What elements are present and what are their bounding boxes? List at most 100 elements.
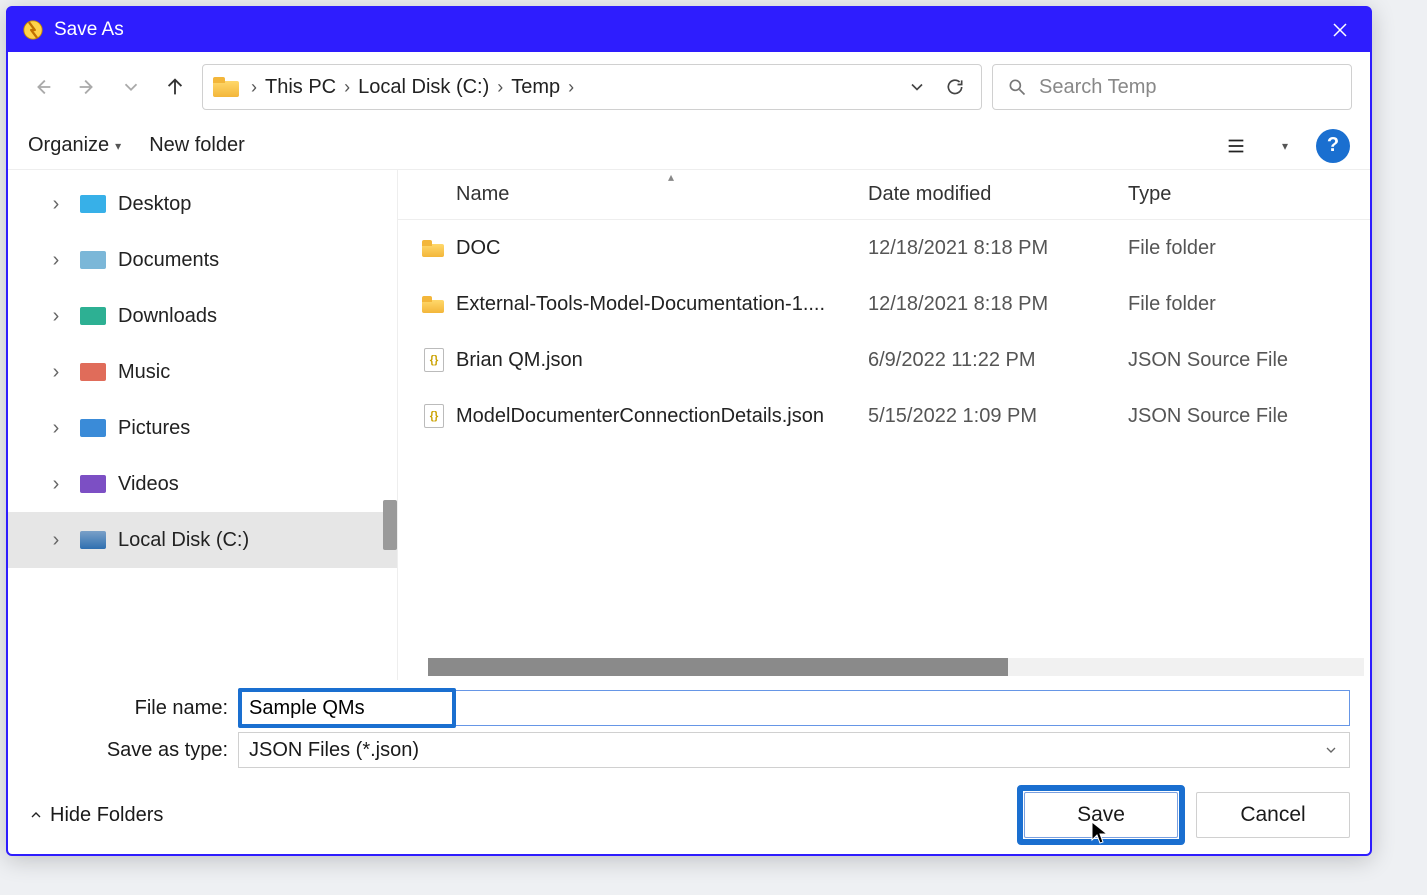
titlebar: Save As [8,8,1370,52]
nav-recent-button[interactable] [114,70,148,104]
caret-down-icon: ▾ [115,139,121,153]
folder-icon [422,240,444,257]
help-button[interactable]: ? [1316,129,1350,163]
filetype-label: Save as type: [28,739,238,762]
file-date: 6/9/2022 11:22 PM [868,349,1128,372]
caret-down-icon: ▾ [1282,139,1288,153]
new-folder-button[interactable]: New folder [149,134,245,157]
videos-icon [80,475,106,493]
navpane-scrollbar-thumb[interactable] [383,500,397,550]
navpane-item-label: Local Disk (C:) [118,529,249,552]
filename-input[interactable] [238,690,1350,726]
breadcrumb: This PC › Local Disk (C:) › Temp › [265,76,895,99]
horizontal-scrollbar[interactable] [428,658,1364,676]
navpane-item-desktop[interactable]: › Desktop [8,176,397,232]
help-icon: ? [1327,134,1339,157]
navpane-item-label: Documents [118,249,219,272]
file-row[interactable]: External-Tools-Model-Documentation-1....… [398,276,1370,332]
window-title: Save As [54,19,1318,41]
nav-forward-button[interactable] [70,70,104,104]
address-row: › This PC › Local Disk (C:) › Temp › Sea… [8,52,1370,122]
pictures-icon [80,419,106,437]
chevron-down-icon [120,76,142,98]
navpane-item-videos[interactable]: › Videos [8,456,397,512]
arrow-up-icon [164,76,186,98]
navpane-item-downloads[interactable]: › Downloads [8,288,397,344]
chevron-right-icon: › [48,308,64,324]
navpane-item-label: Downloads [118,305,217,328]
column-header-name[interactable]: Name [398,183,868,206]
navpane-item-label: Desktop [118,193,191,216]
filetype-value: JSON Files (*.json) [249,739,419,762]
chevron-right-icon: › [48,364,64,380]
nav-back-button[interactable] [26,70,60,104]
column-header-date[interactable]: Date modified [868,183,1128,206]
navpane-item-documents[interactable]: › Documents [8,232,397,288]
column-headers: Name Date modified Type [398,170,1370,220]
breadcrumb-sep: › [566,77,576,98]
breadcrumb-sep: › [342,77,352,98]
file-name: ModelDocumenterConnectionDetails.json [456,405,868,428]
file-type: JSON Source File [1128,349,1370,372]
file-row[interactable]: DOC 12/18/2021 8:18 PM File folder [398,220,1370,276]
horizontal-scrollbar-thumb[interactable] [428,658,1008,676]
file-row[interactable]: {} Brian QM.json 6/9/2022 11:22 PM JSON … [398,332,1370,388]
breadcrumb-item[interactable]: Temp [511,76,560,99]
address-dropdown-button[interactable] [901,71,933,103]
file-name: DOC [456,237,868,260]
hide-folders-button[interactable]: Hide Folders [28,804,163,827]
navpane-item-label: Music [118,361,170,384]
app-icon [22,19,44,41]
documents-icon [80,251,106,269]
breadcrumb-item[interactable]: Local Disk (C:) [358,76,489,99]
file-type: JSON Source File [1128,405,1370,428]
file-date: 12/18/2021 8:18 PM [868,293,1128,316]
toolbar: Organize ▾ New folder ▾ ? [8,122,1370,170]
downloads-icon [80,307,106,325]
file-date: 5/15/2022 1:09 PM [868,405,1128,428]
list-view-icon [1225,135,1247,157]
breadcrumb-sep: › [249,77,259,98]
chevron-right-icon: › [48,252,64,268]
search-input[interactable]: Search Temp [992,64,1352,110]
chevron-right-icon: › [48,532,64,548]
folder-icon [422,296,444,313]
save-fields: File name: Save as type: JSON Files (*.j… [8,680,1370,776]
navpane-item-pictures[interactable]: › Pictures [8,400,397,456]
json-file-icon: {} [424,348,444,372]
chevron-right-icon: › [48,196,64,212]
search-placeholder: Search Temp [1039,76,1156,99]
sort-indicator-icon: ▴ [668,170,674,184]
chevron-down-icon [907,77,927,97]
arrow-right-icon [76,76,98,98]
navpane-item-label: Videos [118,473,179,496]
folder-icon [213,77,239,97]
refresh-icon [945,77,965,97]
chevron-down-icon [1323,742,1339,758]
close-button[interactable] [1318,8,1362,52]
chevron-right-icon: › [48,420,64,436]
file-name: External-Tools-Model-Documentation-1.... [456,293,868,316]
navpane-item-music[interactable]: › Music [8,344,397,400]
nav-up-button[interactable] [158,70,192,104]
cancel-button[interactable]: Cancel [1196,792,1350,838]
filetype-select[interactable]: JSON Files (*.json) [238,732,1350,768]
navpane-item-local-disk[interactable]: › Local Disk (C:) [8,512,397,568]
disk-icon [80,531,106,549]
organize-button[interactable]: Organize ▾ [28,134,121,157]
column-header-type[interactable]: Type [1128,183,1370,206]
breadcrumb-item[interactable]: This PC [265,76,336,99]
save-as-dialog: Save As › This PC › Local Disk (C:) › T [6,6,1372,856]
address-bar[interactable]: › This PC › Local Disk (C:) › Temp › [202,64,982,110]
file-date: 12/18/2021 8:18 PM [868,237,1128,260]
view-button[interactable] [1218,128,1254,164]
refresh-button[interactable] [939,71,971,103]
chevron-up-icon [28,807,44,823]
file-row[interactable]: {} ModelDocumenterConnectionDetails.json… [398,388,1370,444]
breadcrumb-sep: › [495,77,505,98]
dialog-footer: Hide Folders Save Cancel [8,776,1370,854]
file-type: File folder [1128,293,1370,316]
save-button[interactable]: Save [1024,792,1178,838]
json-file-icon: {} [424,404,444,428]
file-list: DOC 12/18/2021 8:18 PM File folder Exter… [398,220,1370,680]
